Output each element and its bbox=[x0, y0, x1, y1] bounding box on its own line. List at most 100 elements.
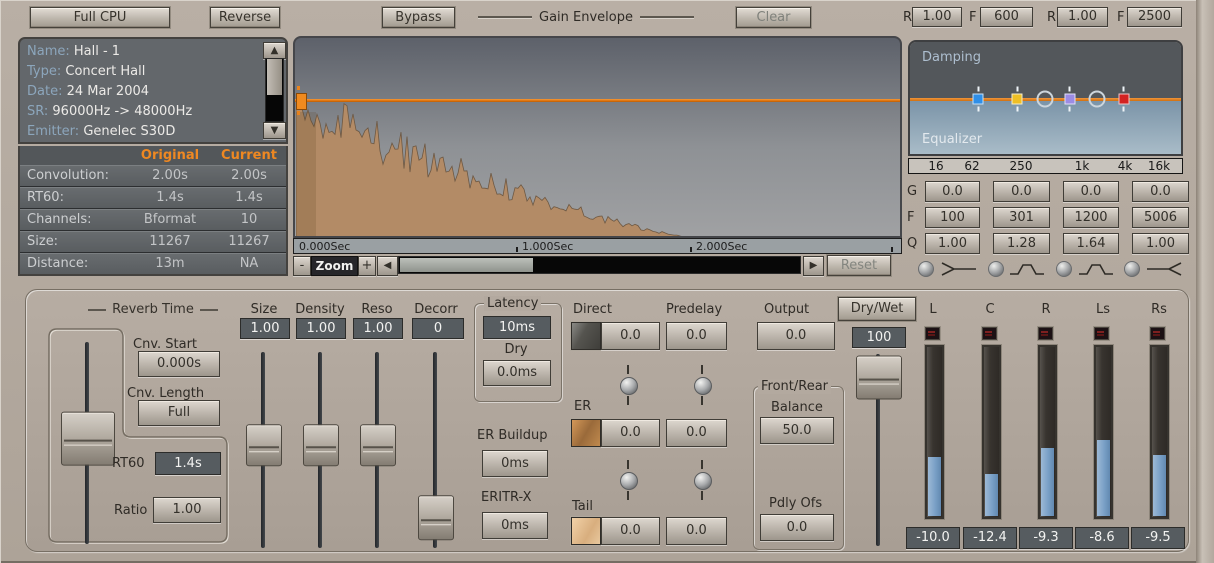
direct-ir-thumbnail-icon[interactable] bbox=[571, 322, 601, 350]
dry-wet-field[interactable]: 100 bbox=[852, 327, 906, 348]
eq-marker-bypass-1[interactable] bbox=[1036, 91, 1053, 108]
full-cpu-button[interactable]: Full CPU bbox=[30, 7, 170, 28]
eq-freq-field[interactable]: 1200 bbox=[1063, 207, 1119, 228]
er-tail-knob[interactable] bbox=[620, 472, 638, 490]
f-label-2: F bbox=[1117, 10, 1124, 25]
eq-q-field[interactable]: 1.00 bbox=[1132, 233, 1189, 254]
clip-indicator[interactable] bbox=[982, 327, 997, 340]
envelope-handle[interactable] bbox=[296, 93, 307, 110]
eq-gain-field[interactable]: 0.0 bbox=[925, 181, 980, 202]
decorr-slider[interactable] bbox=[418, 352, 452, 548]
r-field-2[interactable]: 1.00 bbox=[1057, 7, 1108, 27]
reset-button[interactable]: Reset bbox=[827, 255, 891, 276]
r-field-1[interactable]: 1.00 bbox=[912, 7, 962, 27]
eq-q-field[interactable]: 1.28 bbox=[993, 233, 1050, 254]
bypass-button[interactable]: Bypass bbox=[382, 7, 455, 28]
envelope-scrollbar-thumb[interactable] bbox=[400, 258, 533, 272]
eq-marker-red[interactable] bbox=[1118, 94, 1129, 105]
eq-marker-bypass-2[interactable] bbox=[1089, 91, 1106, 108]
direct-er-knob[interactable] bbox=[620, 377, 638, 395]
density-slider[interactable] bbox=[303, 352, 337, 548]
clip-indicator[interactable] bbox=[1094, 327, 1109, 340]
filter-type-radio[interactable] bbox=[1056, 261, 1072, 277]
ir-info-panel: Name: Hall - 1 Type: Concert Hall Date: … bbox=[18, 37, 288, 144]
ratio-field[interactable]: 1.00 bbox=[153, 497, 221, 523]
clear-button[interactable]: Clear bbox=[736, 7, 811, 28]
frequency-scale: 16 62 250 1k 4k 16k bbox=[908, 158, 1183, 174]
reverse-button[interactable]: Reverse bbox=[210, 7, 280, 28]
decorr-field[interactable]: 0 bbox=[412, 318, 464, 339]
slider-handle[interactable] bbox=[303, 424, 339, 466]
clip-indicator[interactable] bbox=[925, 327, 940, 340]
predelay-knob[interactable] bbox=[694, 377, 712, 395]
reverb-time-slider[interactable] bbox=[61, 342, 113, 544]
cnv-length-label: Cnv. Length bbox=[127, 386, 204, 401]
density-field[interactable]: 1.00 bbox=[296, 318, 346, 339]
cnv-length-field[interactable]: Full bbox=[138, 400, 220, 426]
eritrx-field[interactable]: 0ms bbox=[482, 512, 548, 539]
damping-eq-display[interactable]: Damping Equalizer bbox=[908, 40, 1183, 156]
filter-type-radio[interactable] bbox=[988, 261, 1004, 277]
row-label: Convolution: bbox=[27, 168, 109, 183]
eq-gain-field[interactable]: 0.0 bbox=[1063, 181, 1119, 202]
eq-q-field[interactable]: 1.64 bbox=[1063, 233, 1119, 254]
slider-handle[interactable] bbox=[856, 355, 902, 399]
scrollbar-track[interactable] bbox=[265, 58, 284, 122]
tail-predelay-field[interactable]: 0.0 bbox=[666, 517, 727, 545]
envelope-line[interactable] bbox=[295, 99, 900, 102]
reso-field[interactable]: 1.00 bbox=[353, 318, 403, 339]
scroll-left-button[interactable]: ◀ bbox=[377, 256, 398, 276]
eq-freq-field[interactable]: 5006 bbox=[1132, 207, 1189, 228]
size-field[interactable]: 1.00 bbox=[240, 318, 290, 339]
output-field[interactable]: 0.0 bbox=[757, 322, 835, 350]
filter-type-radio[interactable] bbox=[918, 261, 934, 277]
slider-handle[interactable] bbox=[360, 424, 396, 466]
envelope-scrollbar-track[interactable] bbox=[398, 256, 801, 274]
filter-type-radio[interactable] bbox=[1124, 261, 1140, 277]
eq-freq-field[interactable]: 301 bbox=[993, 207, 1050, 228]
pdly-ofs-field[interactable]: 0.0 bbox=[760, 514, 834, 541]
clip-indicator[interactable] bbox=[1150, 327, 1165, 340]
clip-indicator[interactable] bbox=[1038, 327, 1053, 340]
scroll-up-button[interactable]: ▲ bbox=[263, 42, 286, 59]
eq-marker-yellow[interactable] bbox=[1012, 94, 1023, 105]
rt60-field[interactable]: 1.4s bbox=[155, 452, 221, 475]
er-buildup-field[interactable]: 0ms bbox=[482, 450, 548, 477]
knob-tick bbox=[627, 365, 629, 374]
meter-label: Rs bbox=[1147, 302, 1171, 317]
f-field-1[interactable]: 600 bbox=[980, 7, 1033, 27]
direct-predelay-field[interactable]: 0.0 bbox=[666, 322, 727, 350]
er-predelay-field[interactable]: 0.0 bbox=[666, 419, 727, 447]
zoom-out-button[interactable]: - bbox=[293, 256, 311, 276]
eq-q-field[interactable]: 1.00 bbox=[925, 233, 980, 254]
eq-gain-field[interactable]: 0.0 bbox=[993, 181, 1050, 202]
direct-level-field[interactable]: 0.0 bbox=[601, 322, 660, 350]
eq-marker-purple[interactable] bbox=[1064, 94, 1075, 105]
scroll-right-button[interactable]: ▶ bbox=[803, 256, 824, 276]
zoom-in-button[interactable]: + bbox=[358, 256, 376, 276]
scrollbar-thumb[interactable] bbox=[267, 59, 282, 95]
scroll-down-button[interactable]: ▼ bbox=[263, 122, 286, 139]
slider-handle[interactable] bbox=[61, 412, 115, 466]
er-ir-thumbnail-icon[interactable] bbox=[571, 419, 601, 447]
eq-gain-field[interactable]: 0.0 bbox=[1132, 181, 1189, 202]
slider-handle[interactable] bbox=[418, 495, 454, 540]
knob-tick bbox=[627, 396, 629, 405]
er-level-field[interactable]: 0.0 bbox=[601, 419, 660, 447]
size-slider[interactable] bbox=[246, 352, 280, 548]
reso-slider[interactable] bbox=[360, 352, 394, 548]
slider-handle[interactable] bbox=[246, 424, 282, 466]
dry-latency-field[interactable]: 0.0ms bbox=[483, 360, 551, 386]
tail-level-field[interactable]: 0.0 bbox=[601, 517, 660, 545]
cnv-start-field[interactable]: 0.000s bbox=[138, 351, 220, 377]
eq-freq-field[interactable]: 100 bbox=[925, 207, 980, 228]
dry-wet-button[interactable]: Dry/Wet bbox=[838, 297, 916, 321]
eq-marker-blue[interactable] bbox=[973, 94, 984, 105]
pdly-ofs-label: Pdly Ofs bbox=[769, 496, 822, 511]
gain-envelope-display[interactable] bbox=[293, 36, 902, 238]
dry-wet-slider[interactable] bbox=[856, 354, 900, 546]
balance-field[interactable]: 50.0 bbox=[760, 417, 834, 444]
tail-ir-thumbnail-icon[interactable] bbox=[571, 517, 601, 545]
tail-predelay-knob[interactable] bbox=[694, 472, 712, 490]
f-field-2[interactable]: 2500 bbox=[1127, 7, 1182, 27]
